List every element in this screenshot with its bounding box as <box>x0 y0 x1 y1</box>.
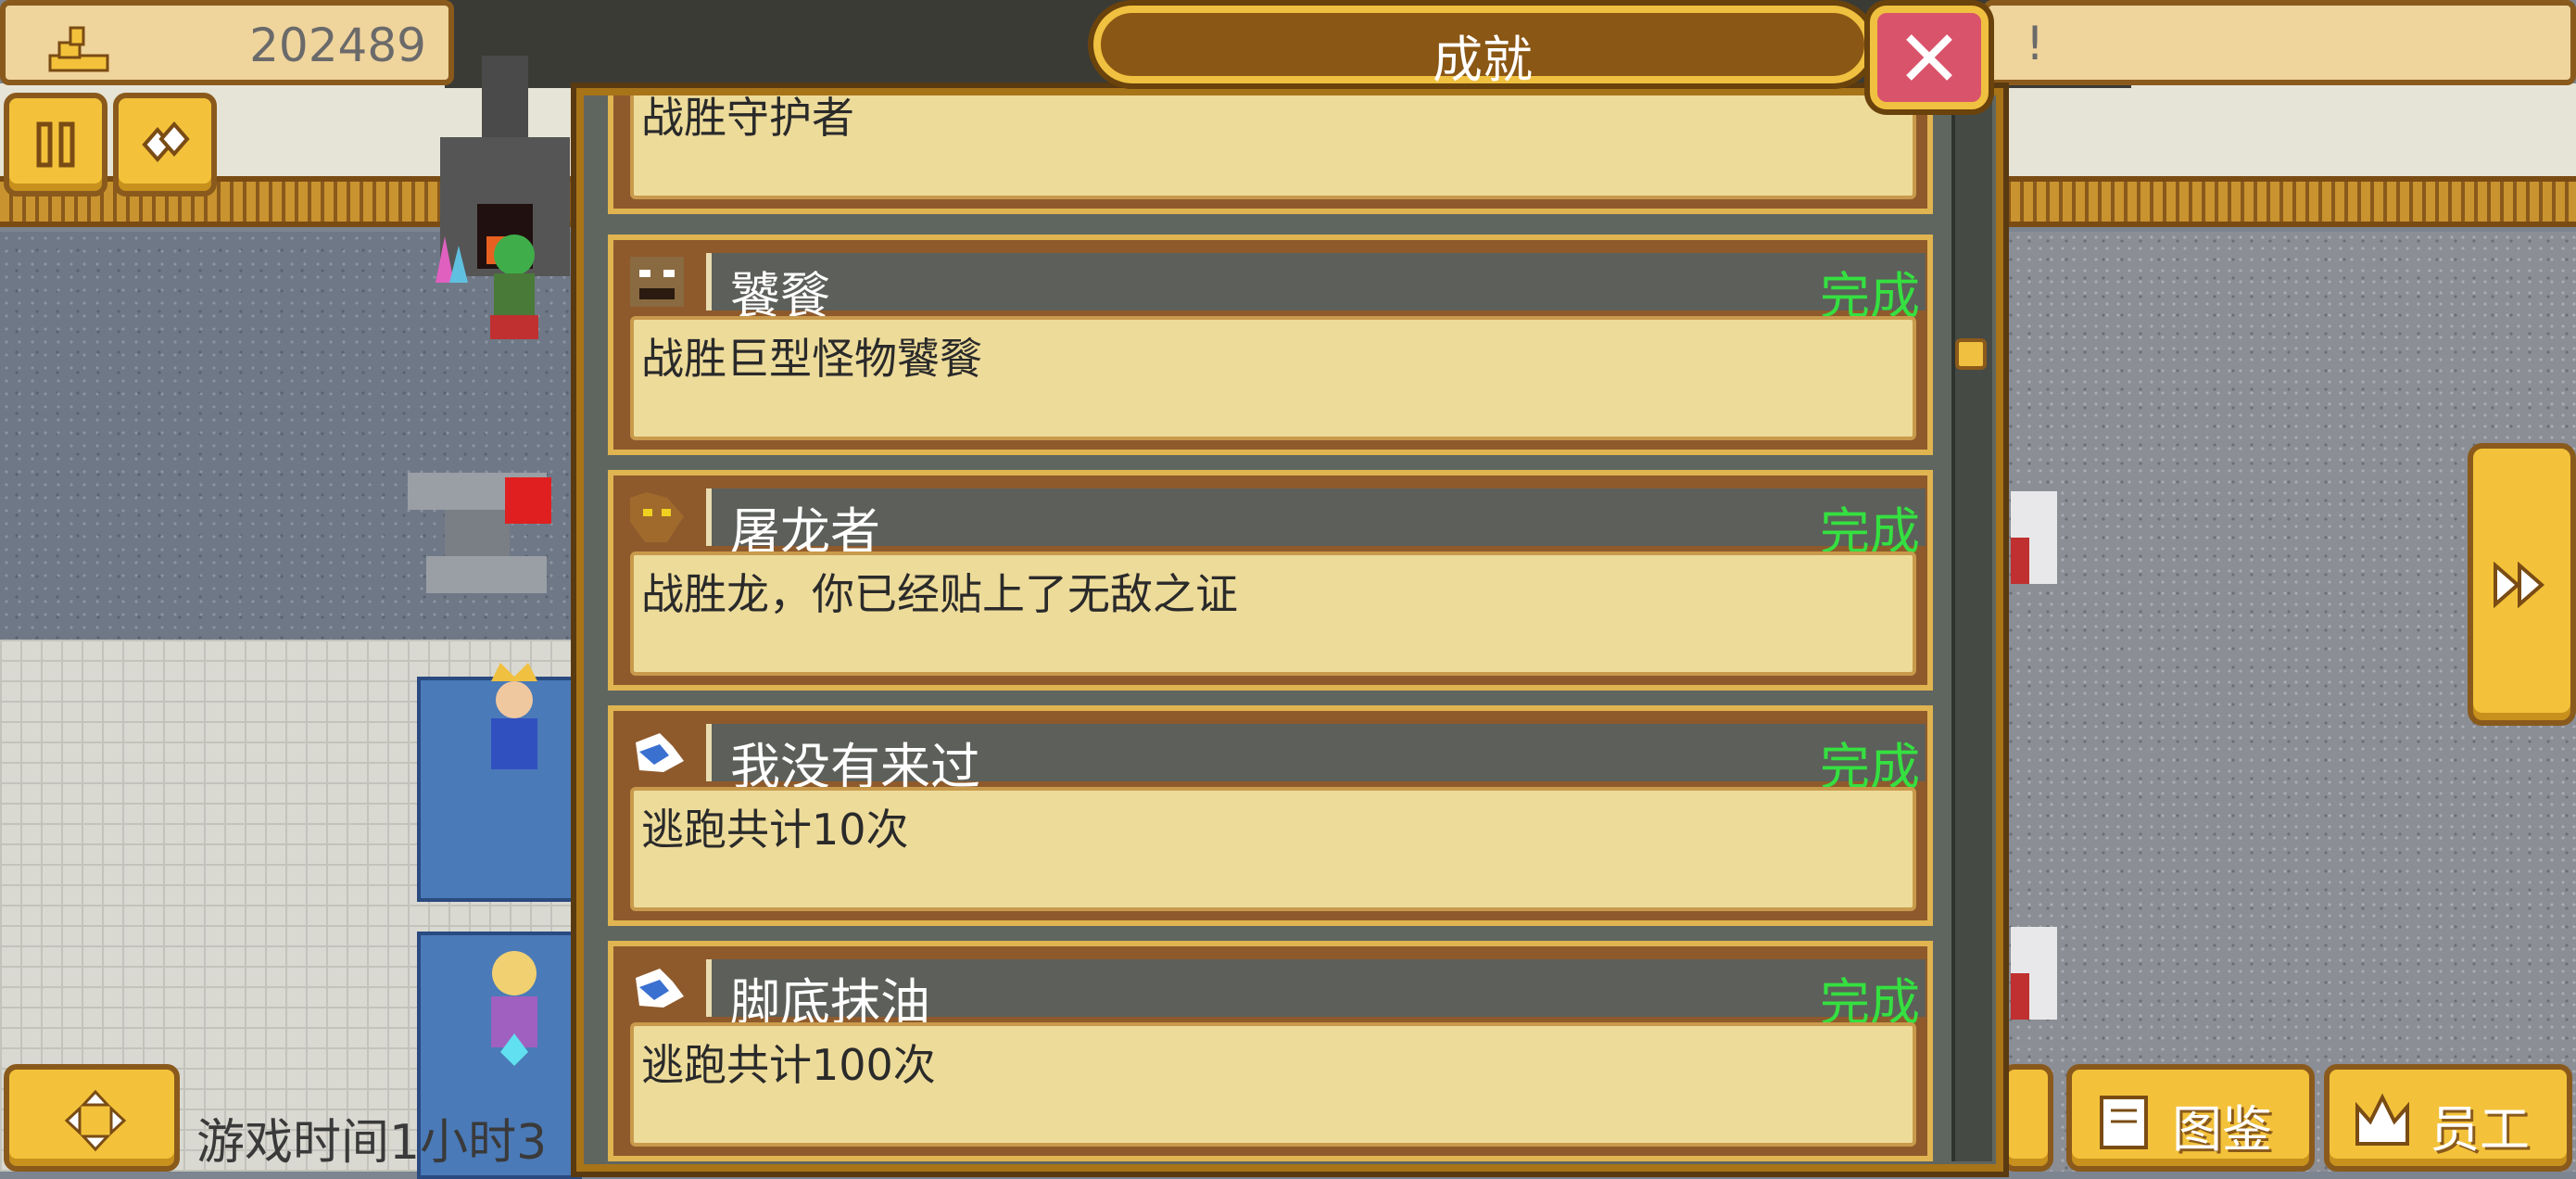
monster-face-icon <box>630 257 684 307</box>
achievement-card: 战胜守护者 <box>608 95 1933 214</box>
money-value: 202489 <box>249 19 426 72</box>
money-bar: 202489 <box>0 0 454 85</box>
encyclopedia-label: 图鉴 <box>2172 1100 2272 1159</box>
knight-sprite-1 <box>2011 491 2057 584</box>
four-way-arrow-icon <box>64 1089 127 1152</box>
achievement-desc-box: 战胜巨型怪物饕餮 <box>630 316 1916 440</box>
staff-label: 员工 <box>2430 1100 2530 1159</box>
gems-icon <box>142 120 190 163</box>
close-button[interactable] <box>1870 6 1989 109</box>
achievement-desc-box: 逃跑共计10次 <box>630 787 1916 911</box>
achievement-card: 我没有来过 完成 逃跑共计10次 <box>608 705 1933 926</box>
achievement-desc: 战胜巨型怪物饕餮 <box>641 334 982 384</box>
message-text: ! <box>2026 17 2045 70</box>
pause-icon <box>36 121 75 168</box>
encyclopedia-button[interactable]: 图鉴 <box>2066 1064 2315 1172</box>
expand-right-button[interactable] <box>2468 443 2576 726</box>
game-time: 游戏时间1小时3 <box>196 1115 548 1171</box>
dragon-head-icon <box>630 492 684 542</box>
pause-button[interactable] <box>4 93 107 196</box>
merchant-sprite <box>491 951 537 1066</box>
book-icon <box>2100 1096 2148 1149</box>
staff-button[interactable]: 员工 <box>2324 1064 2572 1172</box>
achievement-desc-box: 逃跑共计100次 <box>630 1022 1916 1147</box>
scrollbar-thumb[interactable] <box>1955 338 1987 370</box>
double-chevron-right-icon <box>2493 561 2544 608</box>
achievements-modal: 战胜守护者 饕餮 完成 战胜巨型怪物饕餮 屠龙者 完成 战胜龙，你已经贴上了无敌… <box>576 88 2003 1172</box>
achievement-desc: 战胜龙，你已经贴上了无敌之证 <box>641 569 1238 619</box>
achievement-desc-box: 战胜龙，你已经贴上了无敌之证 <box>630 551 1916 676</box>
achievement-card: 屠龙者 完成 战胜龙，你已经贴上了无敌之证 <box>608 470 1933 691</box>
achievement-name-bar: 脚底抹油 完成 <box>706 959 1926 1032</box>
modal-title: 成就 <box>1433 31 1533 89</box>
crystal-sprite <box>436 236 468 283</box>
move-button[interactable] <box>4 1064 180 1172</box>
running-boot-icon <box>636 733 684 772</box>
achievement-desc: 逃跑共计100次 <box>641 1040 936 1090</box>
crown-icon <box>2355 1093 2409 1146</box>
achievement-list[interactable]: 战胜守护者 饕餮 完成 战胜巨型怪物饕餮 屠龙者 完成 战胜龙，你已经贴上了无敌… <box>608 95 1933 1161</box>
achievement-desc: 逃跑共计10次 <box>641 805 909 855</box>
gold-stack-icon <box>48 26 109 72</box>
goblin-sprite <box>490 235 538 339</box>
hidden-tab-button[interactable] <box>2001 1064 2053 1172</box>
achievement-name-bar: 屠龙者 完成 <box>706 488 1926 561</box>
message-bar[interactable]: ! <box>1983 0 2576 85</box>
knight-sprite-2 <box>2011 927 2057 1020</box>
achievement-card: 饕餮 完成 战胜巨型怪物饕餮 <box>608 235 1933 455</box>
king-sprite <box>491 663 537 769</box>
achievement-name-bar: 我没有来过 完成 <box>706 724 1926 796</box>
scrollbar[interactable] <box>1951 95 1992 1161</box>
running-boot-icon <box>636 969 684 1008</box>
achievement-card: 脚底抹油 完成 逃跑共计100次 <box>608 941 1933 1161</box>
close-icon <box>1906 34 1952 81</box>
item-button[interactable] <box>113 93 217 196</box>
achievement-desc: 战胜守护者 <box>641 95 854 143</box>
achievement-desc-box: 战胜守护者 <box>630 95 1916 199</box>
achievement-name-bar: 饕餮 完成 <box>706 253 1926 325</box>
modal-title-bar: 成就 <box>1093 6 1872 89</box>
anvil-sprite <box>408 473 551 593</box>
